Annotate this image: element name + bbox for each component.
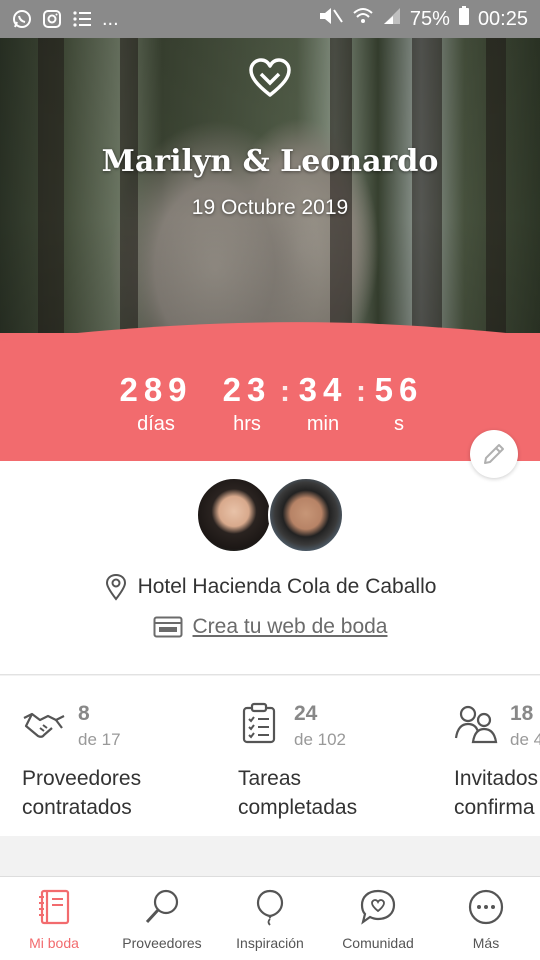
handshake-icon (23, 712, 65, 738)
stat-suppliers-total: de 17 (78, 730, 121, 749)
venue-name: Hotel Hacienda Cola de Caballo (137, 575, 437, 598)
tab-comunidad-label: Comunidad (342, 935, 414, 951)
tab-comunidad[interactable]: Comunidad (324, 877, 432, 960)
stat-guests[interactable]: 18 de 4 Invitados confirma (454, 676, 540, 836)
countdown-seconds-label: s (394, 413, 404, 435)
stat-suppliers-value: 8 (78, 702, 90, 725)
tab-inspiracion[interactable]: Inspiración (216, 877, 324, 960)
bottom-tab-bar: Mi boda Proveedores Inspiración Comunida… (0, 876, 540, 960)
venue-row[interactable]: Hotel Hacienda Cola de Caballo (0, 573, 540, 601)
stats-carousel[interactable]: 8 de 17 Proveedores contratados 24 de 10… (0, 676, 540, 836)
countdown-minutes-value: 34 (298, 371, 348, 408)
countdown-hours: 23 hrs (216, 371, 278, 436)
countdown-seconds: 56 s (368, 371, 430, 436)
stat-tasks-total: de 102 (294, 730, 346, 749)
avatar-groom[interactable] (268, 477, 344, 553)
countdown-days-value: 289 (119, 371, 193, 408)
stat-tasks-value: 24 (294, 702, 318, 725)
avatar-bride[interactable] (196, 477, 272, 553)
cover-photo[interactable]: Marilyn & Leonardo 19 Octubre 2019 (0, 38, 540, 338)
pencil-icon (484, 444, 504, 464)
countdown-seconds-value: 56 (374, 371, 424, 408)
countdown-panel: 289 días 23 hrs : 34 min : 56 s (0, 322, 540, 461)
create-web-row[interactable]: Crea tu web de boda (0, 615, 540, 639)
stat-guests-label: Invitados confirma (454, 767, 539, 819)
tab-mas-label: Más (472, 935, 500, 951)
notifications-more: ... (102, 7, 119, 30)
create-wedding-web-link[interactable]: Crea tu web de boda (193, 615, 388, 639)
tab-proveedores[interactable]: Proveedores (108, 877, 216, 960)
guests-icon (454, 705, 498, 744)
countdown-minutes: 34 min (292, 371, 354, 436)
stat-tasks[interactable]: 24 de 102 Tareas completadas (238, 676, 468, 836)
website-icon (153, 616, 183, 638)
list-icon (72, 9, 92, 29)
chat-heart-icon (360, 889, 396, 925)
tab-proveedores-label: Proveedores (122, 935, 202, 951)
tab-mi-boda[interactable]: Mi boda (0, 877, 108, 960)
location-pin-icon (105, 573, 126, 601)
battery-percent: 75% (409, 7, 450, 30)
couple-names: Marilyn & Leonardo (101, 144, 439, 179)
countdown-hours-label: hrs (233, 413, 261, 435)
tab-mas[interactable]: Más (432, 877, 540, 960)
countdown-days: 289 días (110, 371, 202, 436)
stat-tasks-label: Tareas completadas (238, 767, 358, 819)
countdown-minutes-label: min (306, 413, 340, 435)
status-bar: ... 75% 00:25 (0, 0, 540, 38)
whatsapp-icon (12, 9, 32, 29)
countdown-days-label: días (137, 413, 175, 435)
countdown-separator: : (280, 375, 290, 408)
heart-logo-icon (249, 58, 291, 97)
notebook-icon (39, 889, 70, 925)
edit-button[interactable] (470, 430, 518, 478)
clipboard-icon (242, 702, 276, 744)
wedding-info-card: Hotel Hacienda Cola de Caballo Crea tu w… (0, 461, 540, 675)
countdown-hours-value: 23 (222, 371, 272, 408)
stat-guests-total: de 4 (510, 730, 540, 749)
clock: 00:25 (477, 7, 528, 30)
signal-icon (382, 6, 402, 32)
instagram-icon (42, 9, 62, 29)
balloon-icon (256, 889, 284, 926)
magnifier-icon (145, 889, 179, 924)
battery-icon (458, 6, 470, 32)
more-icon (468, 889, 504, 925)
stat-suppliers-label: Proveedores contratados (22, 767, 142, 819)
stat-suppliers[interactable]: 8 de 17 Proveedores contratados (22, 676, 252, 836)
tab-inspiracion-label: Inspiración (236, 935, 304, 951)
stat-guests-value: 18 (510, 702, 534, 725)
wedding-date: 19 Octubre 2019 (191, 196, 349, 219)
countdown-separator: : (356, 375, 366, 408)
tab-mi-boda-label: Mi boda (29, 935, 79, 951)
wifi-icon (352, 6, 374, 32)
mute-icon (318, 6, 344, 32)
